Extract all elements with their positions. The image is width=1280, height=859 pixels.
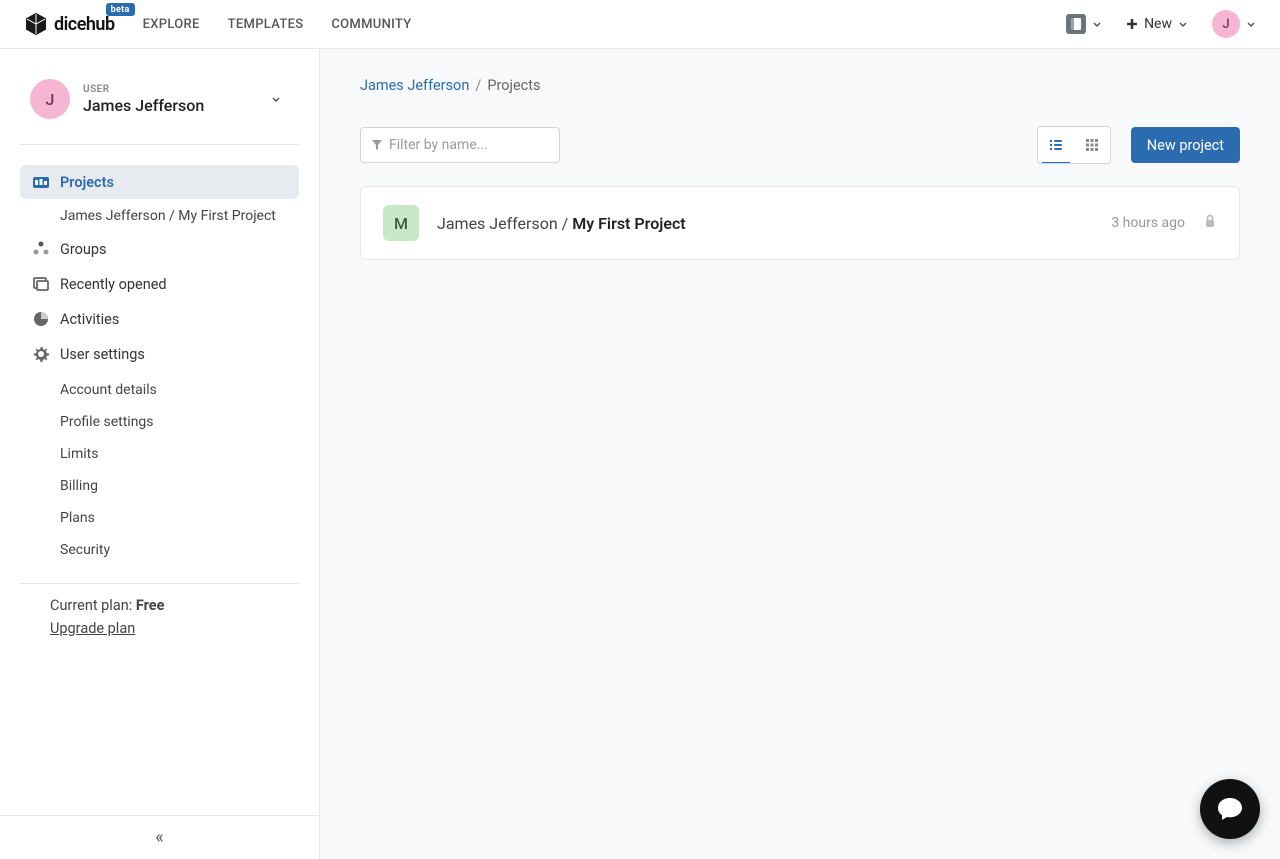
sidebar-sub-account[interactable]: Account details <box>20 374 299 406</box>
divider <box>20 144 299 145</box>
sidebar-item-activities[interactable]: Activities <box>20 302 299 336</box>
plus-icon <box>1126 18 1138 30</box>
sidebar-item-recent[interactable]: Recently opened <box>20 267 299 301</box>
project-title: James Jefferson / My First Project <box>437 214 686 233</box>
book-icon <box>1066 14 1086 34</box>
collapse-sidebar-button[interactable]: « <box>0 815 319 859</box>
sidebar-sub-billing[interactable]: Billing <box>20 470 299 502</box>
project-row[interactable]: M James Jefferson / My First Project 3 h… <box>360 186 1240 260</box>
user-label: USER <box>83 84 204 95</box>
breadcrumb: James Jefferson / Projects <box>360 77 1240 94</box>
nav-templates[interactable]: TEMPLATES <box>228 17 304 32</box>
toolbar: New project <box>360 126 1240 164</box>
lock-icon <box>1203 214 1217 232</box>
logo[interactable]: dicehub beta <box>24 12 115 36</box>
sidebar-sub-profile[interactable]: Profile settings <box>20 406 299 438</box>
header: dicehub beta EXPLORE TEMPLATES COMMUNITY… <box>0 0 1280 49</box>
sidebar-label: User settings <box>60 346 145 363</box>
grid-icon <box>1084 137 1100 153</box>
chevron-down-icon <box>271 94 281 104</box>
projects-icon <box>32 173 50 191</box>
chevron-down-icon <box>1092 19 1102 29</box>
chat-fab[interactable] <box>1200 779 1260 839</box>
sidebar-label: Projects <box>60 174 114 191</box>
list-view-button[interactable] <box>1038 127 1074 163</box>
filter-box <box>360 127 560 163</box>
header-right: New J <box>1066 10 1256 38</box>
collapse-icon: « <box>155 827 163 848</box>
sidebar-user-switcher[interactable]: J USER James Jefferson <box>0 69 319 144</box>
sidebar-label: Recently opened <box>60 276 167 293</box>
docs-dropdown[interactable] <box>1066 14 1102 34</box>
chevron-down-icon <box>1246 19 1256 29</box>
new-project-button[interactable]: New project <box>1131 127 1240 163</box>
chat-icon <box>1215 794 1245 824</box>
sidebar-label: Groups <box>60 241 107 258</box>
top-nav: EXPLORE TEMPLATES COMMUNITY <box>143 17 412 32</box>
logo-text: dicehub <box>54 14 115 35</box>
sidebar-label: Activities <box>60 311 119 328</box>
project-timestamp: 3 hours ago <box>1111 215 1185 231</box>
breadcrumb-user[interactable]: James Jefferson <box>360 77 469 94</box>
sidebar-item-groups[interactable]: Groups <box>20 232 299 266</box>
sidebar-item-projects[interactable]: Projects <box>20 165 299 199</box>
breadcrumb-sep: / <box>475 77 481 94</box>
chevron-down-icon <box>1178 19 1188 29</box>
sidebar-sub-limits[interactable]: Limits <box>20 438 299 470</box>
avatar: J <box>30 79 70 119</box>
grid-view-button[interactable] <box>1074 127 1110 163</box>
sidebar: J USER James Jefferson Projects James Je… <box>0 49 320 859</box>
activities-icon <box>32 310 50 328</box>
view-toggle <box>1037 126 1111 164</box>
plan-section: Current plan: Free Upgrade plan <box>20 583 299 650</box>
sidebar-item-user-settings[interactable]: User settings <box>20 337 299 371</box>
groups-icon <box>32 240 50 258</box>
user-name: James Jefferson <box>83 96 204 115</box>
nav-community[interactable]: COMMUNITY <box>331 17 411 32</box>
new-dropdown[interactable]: New <box>1126 16 1188 32</box>
sidebar-sub-security[interactable]: Security <box>20 534 299 566</box>
nav-explore[interactable]: EXPLORE <box>143 17 200 32</box>
list-icon <box>1048 137 1064 153</box>
gear-icon <box>32 345 50 363</box>
filter-input[interactable] <box>389 137 549 153</box>
sidebar-sub-project[interactable]: James Jefferson / My First Project <box>20 200 299 232</box>
beta-badge: beta <box>106 3 135 16</box>
main-content: James Jefferson / Projects <box>320 49 1280 859</box>
current-plan: Current plan: Free <box>50 597 269 614</box>
recent-icon <box>32 275 50 293</box>
new-label: New <box>1144 16 1172 32</box>
filter-icon <box>371 136 383 155</box>
breadcrumb-current: Projects <box>487 77 540 94</box>
project-avatar: M <box>383 205 419 241</box>
sidebar-sub-plans[interactable]: Plans <box>20 502 299 534</box>
cube-icon <box>24 12 48 36</box>
user-menu[interactable]: J <box>1212 10 1256 38</box>
upgrade-plan-link[interactable]: Upgrade plan <box>50 620 269 637</box>
avatar: J <box>1212 10 1240 38</box>
